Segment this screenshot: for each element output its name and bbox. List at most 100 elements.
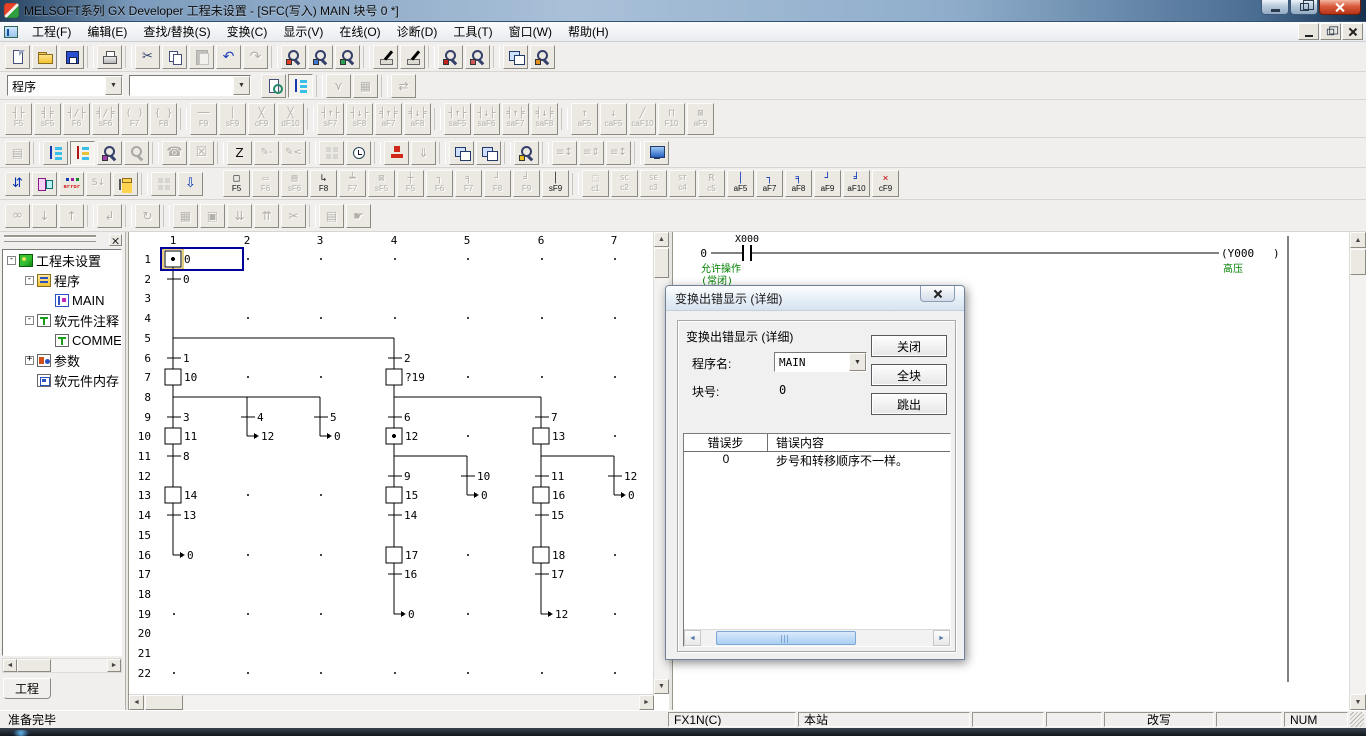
all-blocks-button[interactable]: 全块 — [871, 364, 947, 386]
sfc-step-convert-button[interactable]: ⇵ — [5, 172, 30, 196]
scroll-left-icon[interactable]: ◄ — [129, 695, 144, 710]
program-display-button[interactable] — [43, 141, 68, 165]
cut-button[interactable]: ✂ — [135, 45, 160, 69]
new-project-button[interactable] — [5, 45, 30, 69]
ladder-monitor2-button[interactable]: ≡⇕ — [579, 141, 604, 165]
error-list-hscrollbar[interactable]: ◄ ► — [684, 629, 950, 646]
key-button-caF5[interactable]: ↓caF5 — [600, 103, 627, 135]
sfc-key-button-aF7[interactable]: ┐aF7 — [756, 170, 783, 197]
project-tab[interactable]: 工程 — [3, 678, 51, 699]
sfc-key-button-aF5[interactable]: │aF5 — [727, 170, 754, 197]
ladder-vscroll-thumb[interactable] — [1350, 249, 1366, 275]
menu-edit[interactable]: 编辑(E) — [79, 21, 135, 42]
device-memory-button[interactable] — [319, 141, 344, 165]
find-instruction-button[interactable] — [308, 45, 333, 69]
dropdown-arrow-icon[interactable]: ▼ — [233, 76, 250, 95]
key-button-sF7[interactable]: ┤↑├sF7 — [317, 103, 344, 135]
key-button-F7[interactable]: ( )F7 — [121, 103, 148, 135]
restore-button[interactable] — [1290, 0, 1318, 15]
ladder-monitor3-button[interactable]: ≡↕ — [606, 141, 631, 165]
key-button-sF8[interactable]: ┤↓├sF8 — [346, 103, 373, 135]
dropdown-arrow-icon[interactable]: ▼ — [105, 76, 122, 95]
sfc-key-button-c3[interactable]: SEc3 — [640, 170, 667, 197]
sfc-key-button-cF9[interactable]: ×cF9 — [872, 170, 899, 197]
key-button-saF6[interactable]: ┤↓├saF6 — [473, 103, 500, 135]
undo-button[interactable]: ↶ — [216, 45, 241, 69]
save-display-button[interactable]: ▤ — [319, 204, 344, 228]
copy-block-button[interactable]: ▣ — [200, 204, 225, 228]
sfc-zoom-write-button[interactable] — [70, 141, 95, 165]
sfc-key-button-c4[interactable]: STc4 — [669, 170, 696, 197]
tree-item-program[interactable]: -程序 — [3, 270, 121, 290]
jump-source-window-button[interactable] — [449, 141, 474, 165]
program-check-button[interactable] — [261, 74, 286, 98]
key-button-F6[interactable]: ┤/├F6 — [63, 103, 90, 135]
key-button-saF5[interactable]: ┤↑├saF5 — [444, 103, 471, 135]
key-button-caF10[interactable]: ╱caF10 — [629, 103, 656, 135]
cut-row-button[interactable]: ✂ — [281, 204, 306, 228]
windows-taskbar[interactable] — [0, 728, 1366, 736]
key-button-F10[interactable]: ⊓F10 — [658, 103, 685, 135]
note-edit-button[interactable]: ✎< — [281, 141, 306, 165]
entry-data-monitor-button[interactable] — [465, 45, 490, 69]
sfc-diagram[interactable]: 1234567123456789101112131415161718192021… — [129, 232, 653, 694]
monitor-write-mode-button[interactable] — [400, 45, 425, 69]
monitor-condition-button[interactable] — [514, 141, 539, 165]
find-device2-button[interactable] — [124, 141, 149, 165]
menu-window[interactable]: 窗口(W) — [501, 21, 560, 42]
key-button-cF9[interactable]: ╳cF9 — [248, 103, 275, 135]
key-button-aF8[interactable]: ╡↓╞aF8 — [404, 103, 431, 135]
panel-close-button[interactable] — [109, 234, 122, 246]
sfc-key-button-c5[interactable]: Rc5 — [698, 170, 725, 197]
menu-find-replace[interactable]: 查找/替换(S) — [135, 21, 218, 42]
close-button[interactable] — [1319, 0, 1361, 15]
menu-convert[interactable]: 变换(C) — [219, 21, 276, 42]
collapse-icon[interactable]: - — [7, 256, 16, 265]
menu-project[interactable]: 工程(F) — [24, 21, 79, 42]
error-list[interactable]: 错误步 错误内容 0步号和转移顺序不一样。 ◄ ► — [683, 433, 951, 647]
statement-edit-button[interactable]: ✎- — [254, 141, 279, 165]
menu-help[interactable]: 帮助(H) — [560, 21, 617, 42]
tree-item-parameter[interactable]: +参数 — [3, 350, 121, 370]
sfc-key-button-c2[interactable]: SCc2 — [611, 170, 638, 197]
error-list-hscroll-thumb[interactable] — [716, 631, 856, 645]
scroll-down-icon[interactable]: ▼ — [654, 679, 669, 694]
find-button[interactable]: ∞ — [5, 204, 30, 228]
key-button-F8[interactable]: { }F8 — [150, 103, 177, 135]
insert-row-button[interactable]: ⇊ — [227, 204, 252, 228]
pc-write-button[interactable]: ⇓ — [411, 141, 436, 165]
menu-view[interactable]: 显示(V) — [275, 21, 331, 42]
sort-program-button[interactable]: ⇄ — [391, 74, 416, 98]
sfc-key-button-sF6[interactable]: ▤sF6 — [281, 170, 308, 197]
tree-hscrollbar[interactable]: ◄ ► — [2, 658, 122, 673]
tree-item-device-memory[interactable]: -软元件内存 — [3, 370, 121, 390]
find-contact-coil-button[interactable] — [97, 141, 122, 165]
sfc-key-button-F7[interactable]: ┷F7 — [339, 170, 366, 197]
sfc-key-button-F5[interactable]: ┼F5 — [397, 170, 424, 197]
copy-button[interactable] — [162, 45, 187, 69]
tree-item-project-root[interactable]: -工程未设置 — [3, 250, 121, 270]
ladder-edit-button[interactable]: ▤ — [5, 141, 30, 165]
scroll-up-icon[interactable]: ▲ — [654, 232, 669, 247]
add-row-button[interactable]: ⇈ — [254, 204, 279, 228]
jump-target-window-button[interactable] — [476, 141, 501, 165]
sfc-key-button-F8[interactable]: ↳F8 — [310, 170, 337, 197]
device-batch-monitor-button[interactable] — [438, 45, 463, 69]
program-name-combo[interactable]: ▼ — [129, 75, 251, 96]
dialog-title-bar[interactable]: 变换出错显示 (详细) — [666, 286, 964, 311]
scroll-left-icon[interactable]: ◄ — [3, 659, 17, 672]
collapse-icon[interactable]: - — [25, 276, 34, 285]
print-button[interactable] — [97, 45, 122, 69]
redo-button[interactable]: ↷ — [243, 45, 268, 69]
expand-icon[interactable]: + — [25, 356, 34, 365]
sfc-block-jump-button[interactable]: ⇩ — [178, 172, 203, 196]
scroll-left-icon[interactable]: ◄ — [684, 630, 701, 646]
sfc-key-button-F9[interactable]: ╛F9 — [513, 170, 540, 197]
sfc-block-list-button[interactable] — [113, 172, 138, 196]
menu-tools[interactable]: 工具(T) — [445, 21, 500, 42]
panel-grip[interactable] — [4, 237, 96, 242]
sfc-key-button-aF8[interactable]: ╕aF8 — [785, 170, 812, 197]
child-restore-button[interactable] — [1320, 23, 1341, 40]
data-type-select[interactable]: 程序 ▼ — [7, 75, 123, 96]
sfc-key-button-F8[interactable]: ┘F8 — [484, 170, 511, 197]
